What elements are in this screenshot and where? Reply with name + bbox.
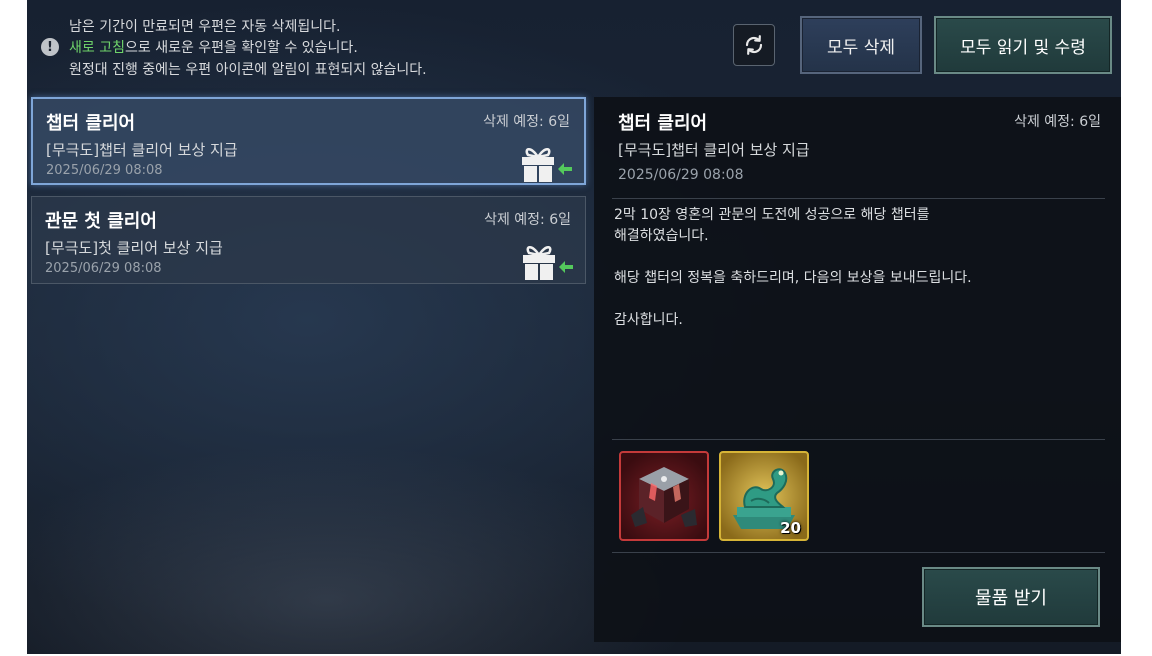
divider — [612, 198, 1105, 199]
mail-list-item-chapter-clear[interactable]: 챕터 클리어 삭제 예정: 6일 [무극도]챕터 클리어 보상 지급 2025/… — [31, 97, 586, 185]
mail-date: 2025/06/29 08:08 — [45, 261, 162, 276]
notice-area: ! 남은 기간이 만료되면 우편은 자동 삭제됩니다. 새로 고침으로 새로운 … — [41, 14, 601, 84]
read-all-and-claim-button[interactable]: 모두 읽기 및 수령 — [934, 16, 1112, 74]
detail-body: 2막 10장 영혼의 관문의 도전에 성공으로 해당 챕터를 해결하였습니다. … — [614, 205, 1094, 331]
divider — [612, 439, 1105, 440]
divider — [612, 552, 1105, 553]
body-line: 2막 10장 영혼의 관문의 도전에 성공으로 해당 챕터를 — [614, 207, 930, 223]
mail-expire: 삭제 예정: 6일 — [483, 114, 570, 130]
mail-title: 관문 첫 클리어 — [45, 211, 157, 232]
notice-line-expedition: 원정대 진행 중에는 우편 아이콘에 알림이 표현되지 않습니다. — [69, 62, 427, 78]
notice-refresh-text: 으로 새로운 우편을 확인할 수 있습니다. — [124, 40, 358, 56]
detail-date: 2025/06/29 08:08 — [618, 167, 744, 183]
notice-line-expire: 남은 기간이 만료되면 우편은 자동 삭제됩니다. — [69, 19, 341, 35]
gift-icon — [522, 148, 572, 182]
gift-icon — [523, 246, 573, 280]
detail-expire: 삭제 예정: 6일 — [1014, 114, 1101, 130]
mail-title: 챕터 클리어 — [46, 113, 136, 134]
mailbox-window: ! 남은 기간이 만료되면 우편은 자동 삭제됩니다. 새로 고침으로 새로운 … — [27, 0, 1121, 654]
mail-detail-panel: 챕터 클리어 삭제 예정: 6일 [무극도]챕터 클리어 보상 지급 2025/… — [594, 97, 1121, 642]
mail-date: 2025/06/29 08:08 — [46, 163, 163, 178]
crystal-cube-icon — [631, 467, 697, 527]
exclamation-icon: ! — [41, 38, 59, 56]
detail-subtitle: [무극도]챕터 클리어 보상 지급 — [618, 141, 810, 159]
notice-refresh-highlight: 새로 고침 — [69, 40, 125, 56]
refresh-icon — [745, 35, 763, 55]
reward-item-jade-dragon-seal[interactable]: 20 — [719, 451, 809, 541]
reward-count: 20 — [780, 519, 801, 537]
mail-expire: 삭제 예정: 6일 — [484, 212, 571, 228]
refresh-button[interactable] — [733, 24, 775, 66]
body-line: 감사합니다. — [614, 312, 683, 328]
delete-all-button[interactable]: 모두 삭제 — [800, 16, 922, 74]
body-line: 해당 챕터의 정복을 축하드리며, 다음의 보상을 보내드립니다. — [614, 270, 972, 286]
mail-list-item-first-gate-clear[interactable]: 관문 첫 클리어 삭제 예정: 6일 [무극도]첫 클리어 보상 지급 2025… — [31, 196, 586, 284]
detail-title: 챕터 클리어 — [618, 113, 708, 134]
notice-line-refresh: 새로 고침으로 새로운 우편을 확인할 수 있습니다. — [69, 37, 358, 57]
mail-subtitle: [무극도]챕터 클리어 보상 지급 — [46, 141, 238, 159]
mail-subtitle: [무극도]첫 클리어 보상 지급 — [45, 239, 223, 257]
body-line: 해결하였습니다. — [614, 228, 709, 244]
reward-item-crystal-cube[interactable] — [619, 451, 709, 541]
receive-items-button[interactable]: 물품 받기 — [922, 567, 1100, 627]
